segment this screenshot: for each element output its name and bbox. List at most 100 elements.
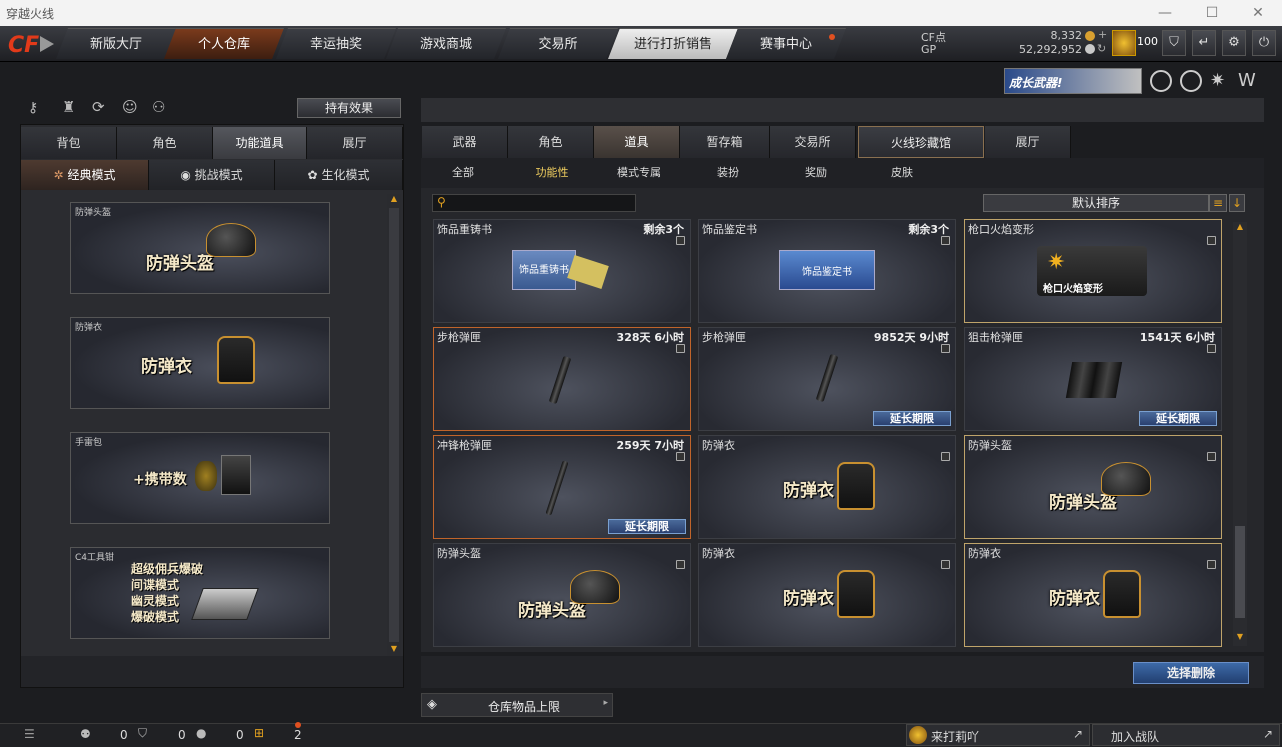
shield-icon[interactable]: ⛉ — [138, 726, 147, 741]
extend-button[interactable]: 延长期限 — [873, 411, 951, 426]
mode-tab-classic[interactable]: ✲ 经典模式 — [21, 160, 149, 190]
item-card[interactable]: 防弹头盔 防弹头盔 — [433, 543, 691, 647]
right-tab-collection[interactable]: 火线珍藏馆 — [858, 126, 984, 158]
scroll-thumb[interactable] — [389, 208, 399, 642]
nav-tab-warehouse[interactable]: 个人仓库 — [164, 28, 284, 59]
subtab-functional[interactable]: 功能性 — [524, 162, 580, 184]
mode-tab-challenge[interactable]: ◉ 挑战模式 — [149, 160, 275, 190]
left-tab-function-items[interactable]: 功能道具 — [213, 127, 307, 159]
subtab-skin[interactable]: 皮肤 — [878, 162, 926, 184]
item-card[interactable]: 饰品鉴定书 剩余3个 饰品鉴定书 — [698, 219, 956, 323]
chat-icon[interactable]: ● — [196, 726, 206, 740]
lock-icon[interactable] — [1207, 236, 1216, 245]
scroll-up-icon[interactable]: ▲ — [387, 194, 401, 206]
person-icon[interactable]: ☺ — [122, 98, 138, 116]
item-card[interactable]: 防弹头盔 防弹头盔 — [964, 435, 1222, 539]
nav-tab-discount-sale[interactable]: 进行打折销售 — [608, 28, 738, 59]
crosshair-icon[interactable] — [1180, 70, 1202, 92]
left-tab-showroom[interactable]: 展厅 — [307, 127, 403, 159]
star-icon[interactable]: ✷ — [1210, 70, 1232, 92]
back-icon[interactable]: ↵ — [1192, 30, 1216, 56]
item-card[interactable]: 枪口火焰变形 ✷ 枪口火焰变形 — [964, 219, 1222, 323]
lock-icon[interactable] — [941, 236, 950, 245]
left-tab-character[interactable]: 角色 — [117, 127, 213, 159]
holding-effect-button[interactable]: 持有效果 — [297, 98, 401, 118]
item-card[interactable]: 冲锋枪弹匣 259天 7小时 延长期限 — [433, 435, 691, 539]
warehouse-limit-bar[interactable]: ◈ 仓库物品上限 ▸ — [421, 693, 613, 717]
scroll-thumb[interactable] — [1235, 526, 1245, 618]
scroll-down-icon[interactable]: ▼ — [387, 644, 401, 656]
gift-icon[interactable]: ⊞ — [254, 726, 264, 740]
lock-icon[interactable] — [1207, 344, 1216, 353]
lock-icon[interactable] — [1207, 560, 1216, 569]
expand-icon[interactable]: ↗ — [1073, 727, 1083, 741]
shield-badge-icon[interactable] — [1150, 70, 1172, 92]
power-icon[interactable]: ⏻ — [1252, 30, 1276, 56]
refresh-icon[interactable]: ↻ — [1097, 42, 1106, 55]
item-card[interactable]: 步枪弹匣 328天 6小时 — [433, 327, 691, 431]
recycle-icon[interactable]: ⟳ — [92, 98, 105, 116]
right-tab-character[interactable]: 角色 — [508, 126, 594, 158]
scroll-down-icon[interactable]: ▼ — [1233, 632, 1247, 644]
item-card[interactable]: 防弹衣 防弹衣 — [698, 435, 956, 539]
expand-icon[interactable]: ↗ — [1263, 727, 1273, 741]
left-item-grenade-pack[interactable]: 手雷包 +携带数 — [70, 432, 330, 524]
minimize-button[interactable]: — — [1142, 0, 1188, 26]
nav-tab-lobby[interactable]: 新版大厅 — [56, 28, 176, 59]
lock-icon[interactable] — [676, 452, 685, 461]
left-item-helmet[interactable]: 防弹头盔 防弹头盔 — [70, 202, 330, 294]
select-delete-button[interactable]: 选择删除 — [1133, 662, 1249, 684]
mouse-icon[interactable]: ⚇ — [152, 98, 165, 116]
right-tab-exchange[interactable]: 交易所 — [770, 126, 856, 158]
right-tab-storage[interactable]: 暂存箱 — [680, 126, 770, 158]
right-scrollbar[interactable]: ▲ ▼ — [1233, 222, 1247, 646]
list-view-icon[interactable]: ≡ — [1209, 194, 1227, 212]
item-card[interactable]: 狙击枪弹匣 1541天 6小时 延长期限 — [964, 327, 1222, 431]
lock-icon[interactable] — [941, 452, 950, 461]
news-ticker[interactable]: 来打莉吖 ↗ — [906, 724, 1090, 746]
item-card[interactable]: 防弹衣 防弹衣 — [698, 543, 956, 647]
sort-direction-icon[interactable]: ↓ — [1229, 194, 1245, 212]
maximize-button[interactable]: ☐ — [1189, 0, 1235, 26]
subtab-all[interactable]: 全部 — [440, 162, 486, 184]
lock-icon[interactable] — [676, 344, 685, 353]
right-tab-showroom[interactable]: 展厅 — [985, 126, 1071, 158]
plus-icon[interactable]: + — [1098, 28, 1107, 41]
item-card[interactable]: 步枪弹匣 9852天 9小时 延长期限 — [698, 327, 956, 431]
subtab-costume[interactable]: 装扮 — [704, 162, 752, 184]
lock-icon[interactable] — [1207, 452, 1216, 461]
right-tab-weapons[interactable]: 武器 — [422, 126, 508, 158]
lock-icon[interactable] — [941, 344, 950, 353]
wings-icon[interactable]: W — [1238, 70, 1260, 92]
lock-icon[interactable] — [676, 560, 685, 569]
item-card[interactable]: 防弹衣 防弹衣 — [964, 543, 1222, 647]
item-card[interactable]: 饰品重铸书 剩余3个 饰品重铸书 — [433, 219, 691, 323]
join-clan-bar[interactable]: 加入战队 ↗ — [1092, 724, 1280, 746]
key-icon[interactable]: ⚷ — [28, 100, 38, 116]
left-scrollbar[interactable]: ▲ ▼ — [387, 194, 401, 656]
nav-tab-shop[interactable]: 游戏商城 — [386, 28, 506, 59]
friends-icon[interactable]: ⚉ — [80, 727, 91, 741]
scroll-up-icon[interactable]: ▲ — [1233, 222, 1247, 234]
mode-tab-biochem[interactable]: ✿ 生化模式 — [275, 160, 403, 190]
growth-weapon-banner[interactable]: 成长武器! — [1004, 68, 1142, 94]
menu-icon[interactable]: ☰ — [24, 727, 35, 741]
nav-tab-lottery[interactable]: 幸运抽奖 — [276, 28, 396, 59]
left-item-c4-tool[interactable]: C4工具钳 超级佣兵爆破 间谍模式 幽灵模式 爆破模式 — [70, 547, 330, 639]
settings-gear-icon[interactable]: ⚙ — [1222, 30, 1246, 56]
sort-dropdown[interactable]: 默认排序 — [983, 194, 1209, 212]
close-button[interactable]: ✕ — [1235, 0, 1281, 26]
left-tab-backpack[interactable]: 背包 — [21, 127, 117, 159]
nav-tab-exchange[interactable]: 交易所 — [498, 28, 618, 59]
rank-badge-icon[interactable] — [1112, 30, 1136, 56]
extend-button[interactable]: 延长期限 — [608, 519, 686, 534]
building-icon[interactable]: ♜ — [62, 98, 75, 116]
nav-tab-events[interactable]: 赛事中心 — [726, 28, 846, 59]
search-input[interactable]: ⚲ — [432, 194, 636, 212]
subtab-reward[interactable]: 奖励 — [792, 162, 840, 184]
left-item-vest[interactable]: 防弹衣 防弹衣 — [70, 317, 330, 409]
clan-icon[interactable]: ⛉ — [1162, 30, 1186, 56]
lock-icon[interactable] — [941, 560, 950, 569]
lock-icon[interactable] — [676, 236, 685, 245]
extend-button[interactable]: 延长期限 — [1139, 411, 1217, 426]
